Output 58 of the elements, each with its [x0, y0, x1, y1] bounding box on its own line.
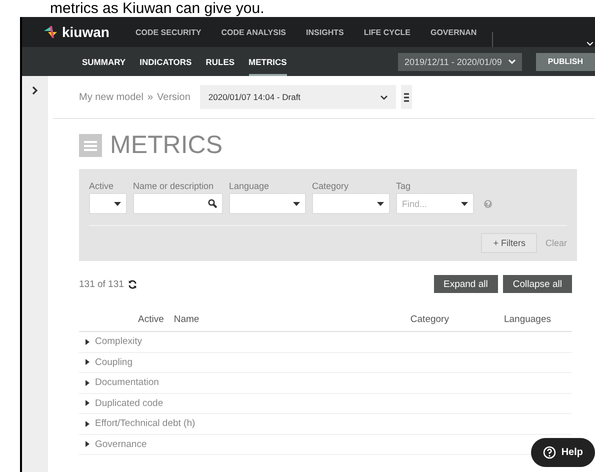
select-field[interactable] [312, 193, 390, 214]
caret-icon [377, 202, 384, 206]
caret-icon [114, 202, 121, 206]
breadcrumb-separator: » [147, 92, 154, 102]
chevron-down-icon [508, 59, 516, 64]
caret-icon [461, 202, 468, 206]
filters-button[interactable]: + Filters [481, 233, 538, 253]
nav-tab[interactable]: INSIGHTS [306, 28, 344, 36]
select-field[interactable] [229, 193, 306, 214]
publish-button[interactable]: PUBLISH [536, 52, 595, 70]
nav-tab[interactable]: CODE ANALYSIS [221, 28, 286, 36]
filter-label: Tag [396, 181, 412, 191]
category-name[interactable]: Effort/Technical debt (h) [95, 418, 196, 430]
category-name[interactable]: Duplicated code [95, 398, 164, 409]
column-header: Category [410, 314, 449, 324]
filter-label: Category [312, 181, 350, 191]
help-icon[interactable] [484, 200, 492, 208]
filter-label: Name or description [133, 181, 215, 191]
collapse-all-button[interactable]: Collapse all [502, 275, 572, 293]
sub-nav-tab[interactable]: RULES [206, 47, 235, 76]
menu-button[interactable] [401, 85, 412, 109]
nav-tab[interactable]: GOVERNAN [430, 28, 477, 36]
sub-nav-tab[interactable]: METRICS [248, 47, 287, 76]
breadcrumb-link[interactable]: My new model [79, 92, 144, 102]
chevron-right-icon[interactable] [32, 86, 38, 95]
chevron-icon[interactable] [587, 42, 593, 46]
result-count: 131 of 131 [79, 278, 124, 290]
column-header: Active [138, 314, 164, 324]
search-icon [208, 199, 217, 208]
expand-all-button[interactable]: Expand all [434, 275, 498, 293]
nav-tab[interactable]: LIFE CYCLE [364, 28, 410, 36]
menu-icon [79, 134, 102, 157]
category-name[interactable]: Governance [95, 438, 147, 450]
question-icon [543, 446, 556, 459]
column-header: Name [174, 314, 200, 324]
logo-text: kiuwan [62, 24, 110, 40]
category-name[interactable]: Coupling [95, 356, 132, 368]
nav-tab[interactable]: CODE SECURITY [135, 28, 202, 36]
logo-icon [44, 26, 58, 38]
category-name[interactable]: Complexity [95, 336, 142, 348]
search-field[interactable] [133, 193, 223, 214]
caption-text: metrics as Kiuwan can give you. [50, 0, 264, 17]
sub-nav-tab[interactable]: SUMMARY [82, 47, 126, 76]
column-header: Languages [504, 314, 551, 324]
refresh-icon[interactable] [128, 280, 137, 288]
chevron-down-icon [380, 94, 388, 100]
menu-icon [404, 92, 410, 102]
filter-label: Language [229, 181, 270, 191]
category-name[interactable]: Documentation [95, 377, 159, 388]
version-dropdown[interactable]: 2020/01/07 14:04 - Draft [200, 85, 396, 109]
filter-label: Active [89, 181, 115, 191]
help-button[interactable]: Help [531, 438, 595, 467]
sub-nav-tab[interactable]: INDICATORS [140, 47, 192, 76]
page-title: METRICS [110, 131, 222, 160]
caret-icon [293, 202, 300, 206]
breadcrumb-text: Version [157, 92, 190, 102]
select-field[interactable] [89, 193, 127, 214]
date-range-dropdown[interactable]: 2019/12/11 - 2020/01/09 [398, 52, 522, 70]
